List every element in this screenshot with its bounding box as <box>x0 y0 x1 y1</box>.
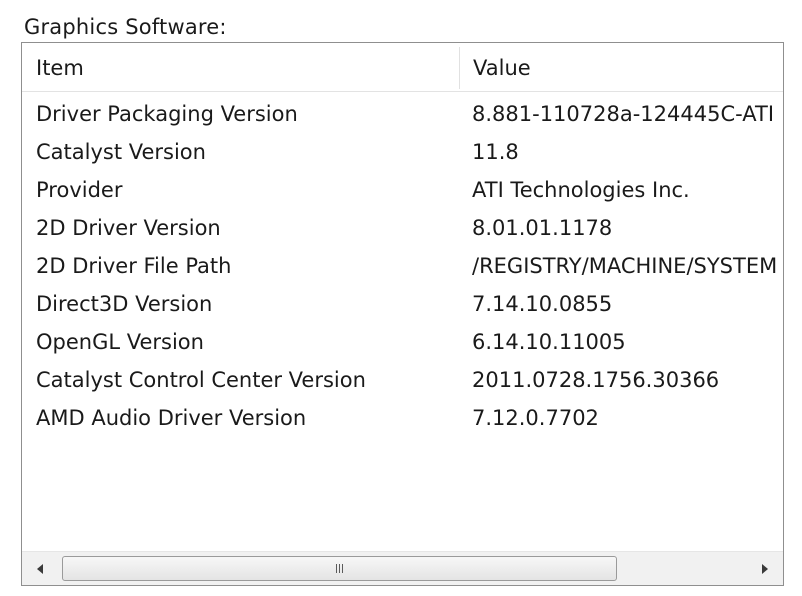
value-cell: 6.14.10.11005 <box>472 330 626 354</box>
table-row[interactable]: Driver Packaging Version 8.881-110728a-1… <box>22 95 783 133</box>
table-row[interactable]: Catalyst Control Center Version 2011.072… <box>22 361 783 399</box>
item-cell: Direct3D Version <box>36 292 213 316</box>
chevron-right-icon <box>762 563 768 574</box>
item-cell: Catalyst Version <box>36 140 206 164</box>
value-cell: 11.8 <box>472 140 519 164</box>
item-cell: Driver Packaging Version <box>36 102 298 126</box>
value-cell: 7.12.0.7702 <box>472 406 599 430</box>
scroll-track[interactable] <box>60 552 744 585</box>
table-row[interactable]: AMD Audio Driver Version 7.12.0.7702 <box>22 399 783 437</box>
value-cell: 8.881-110728a-124445C-ATI <box>472 102 775 126</box>
graphics-software-panel: Graphics Software: Item Value Driver Pac… <box>0 0 802 596</box>
item-cell: 2D Driver Version <box>36 216 221 240</box>
item-cell: OpenGL Version <box>36 330 204 354</box>
table-row[interactable]: Provider ATI Technologies Inc. <box>22 171 783 209</box>
table-row[interactable]: 2D Driver Version 8.01.01.1178 <box>22 209 783 247</box>
item-cell: Provider <box>36 178 123 202</box>
list-body: Driver Packaging Version 8.881-110728a-1… <box>22 95 783 437</box>
scroll-right-button[interactable] <box>747 552 783 585</box>
chevron-left-icon <box>37 563 43 574</box>
column-header-item[interactable]: Item <box>22 43 459 91</box>
table-row[interactable]: Catalyst Version 11.8 <box>22 133 783 171</box>
section-title: Graphics Software: <box>24 15 227 39</box>
table-row[interactable]: 2D Driver File Path /REGISTRY/MACHINE/SY… <box>22 247 783 285</box>
value-cell: 2011.0728.1756.30366 <box>472 368 720 392</box>
horizontal-scrollbar[interactable] <box>22 551 783 585</box>
value-cell: 7.14.10.0855 <box>472 292 613 316</box>
value-cell: 8.01.01.1178 <box>472 216 613 240</box>
graphics-software-list[interactable]: Item Value Driver Packaging Version 8.88… <box>21 42 784 586</box>
scroll-left-button[interactable] <box>22 552 58 585</box>
column-header-row: Item Value <box>22 43 783 92</box>
scroll-thumb[interactable] <box>62 556 617 581</box>
table-row[interactable]: OpenGL Version 6.14.10.11005 <box>22 323 783 361</box>
item-cell: 2D Driver File Path <box>36 254 232 278</box>
value-cell: ATI Technologies Inc. <box>472 178 690 202</box>
table-row[interactable]: Direct3D Version 7.14.10.0855 <box>22 285 783 323</box>
item-cell: Catalyst Control Center Version <box>36 368 366 392</box>
value-cell: /REGISTRY/MACHINE/SYSTEM <box>472 254 778 278</box>
column-header-value[interactable]: Value <box>460 43 783 91</box>
item-cell: AMD Audio Driver Version <box>36 406 307 430</box>
grip-icon <box>336 564 343 573</box>
